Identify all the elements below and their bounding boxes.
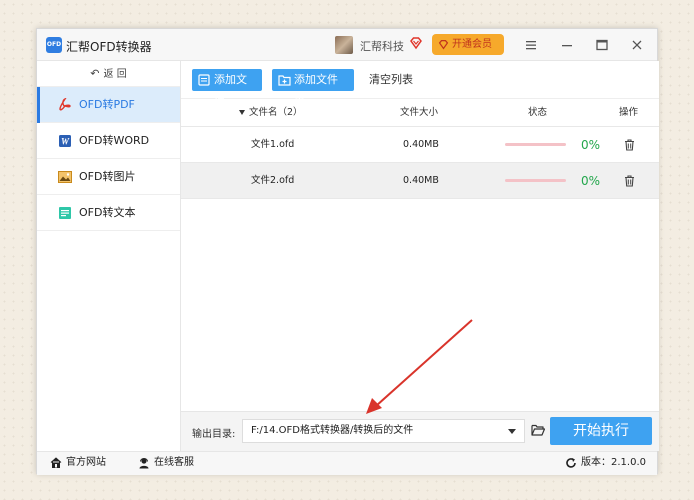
title-bar: OFD 汇帮OFD转换器 汇帮科技 开通会员 [37,29,657,61]
back-button[interactable]: ↶ 返 回 [37,61,180,87]
sidebar: ↶ 返 回 OFD转PDF W OFD转WORD OFD转图片 OFD转文本 [37,61,181,451]
toolbar: 添加文件 添加文件夹 清空列表 [181,61,659,108]
column-header-size: 文件大小 [400,107,439,118]
progress-bar [505,143,566,146]
column-header-name-label: 文件名（2） [249,107,303,118]
file-size: 0.40MB [403,175,439,186]
column-header-action: 操作 [619,107,639,118]
sidebar-item-ofd-to-word[interactable]: W OFD转WORD [37,123,180,159]
sidebar-item-label: OFD转PDF [79,98,135,111]
progress-percent: 0% [581,174,601,188]
add-file-button[interactable]: 添加文件 [192,69,262,108]
trash-icon[interactable] [624,175,635,187]
user-name[interactable]: 汇帮科技 [360,38,404,54]
sidebar-item-label: OFD转文本 [79,206,136,219]
trash-icon[interactable] [624,139,635,151]
close-icon[interactable] [629,37,645,53]
vip-button-label: 开通会员 [452,39,492,50]
start-button[interactable]: 开始执行 [550,417,652,445]
online-service-link[interactable]: 在线客服 [138,452,194,474]
progress-bar [505,179,566,182]
word-icon: W [59,135,71,147]
avatar[interactable] [335,36,353,54]
output-bar: 输出目录: F:/14.OFD格式转换器/转换后的文件 开始执行 [181,411,659,451]
customer-service-icon [139,458,149,469]
file-name: 文件2.ofd [251,175,295,186]
vip-button-diamond-icon [438,39,449,50]
image-icon [58,171,72,183]
chevron-down-icon [508,429,516,434]
output-dir-select[interactable]: F:/14.OFD格式转换器/转换后的文件 [242,419,525,443]
sidebar-item-ofd-to-pdf[interactable]: OFD转PDF [37,87,180,123]
official-website-label: 官方网站 [66,457,106,468]
online-service-label: 在线客服 [154,457,194,468]
sort-desc-icon [239,110,245,115]
table-row[interactable]: 文件2.ofd 0.40MB 0% [181,163,659,199]
folder-open-icon[interactable] [531,424,545,436]
main-panel: 添加文件 添加文件夹 清空列表 文件名（2） 文件大小 状态 操作 文件1.of… [181,61,659,451]
progress-percent: 0% [581,138,601,152]
sidebar-item-ofd-to-text[interactable]: OFD转文本 [37,195,180,231]
minimize-icon[interactable] [559,37,575,53]
back-arrow-icon: ↶ [90,67,100,80]
version-info[interactable]: 版本：2.1.0.0 [565,452,646,474]
file-name: 文件1.ofd [251,139,295,150]
column-header-name[interactable]: 文件名（2） [239,99,303,127]
file-size: 0.40MB [403,139,439,150]
app-window: OFD 汇帮OFD转换器 汇帮科技 开通会员 ↶ 返 回 OFD转PDF W O… [36,28,659,475]
home-icon [50,457,62,468]
vip-diamond-icon [410,37,422,50]
pdf-icon [59,98,71,111]
add-folder-button[interactable]: 添加文件夹 [272,69,354,108]
table-row[interactable]: 文件1.ofd 0.40MB 0% [181,127,659,163]
clear-list-button[interactable]: 清空列表 [369,69,413,91]
version-label: 版本：2.1.0.0 [581,457,646,468]
app-logo: OFD [46,37,62,53]
back-label: 返 回 [103,69,127,80]
menu-icon[interactable] [523,37,539,53]
maximize-icon[interactable] [594,37,610,53]
table-header: 文件名（2） 文件大小 状态 操作 [181,99,659,127]
svg-text:W: W [61,137,70,147]
official-website-link[interactable]: 官方网站 [50,452,106,474]
add-file-icon [198,74,210,86]
status-bar: 官方网站 在线客服 版本：2.1.0.0 [37,451,657,475]
output-dir-label: 输出目录: [192,429,236,440]
output-dir-value: F:/14.OFD格式转换器/转换后的文件 [251,425,414,436]
sidebar-item-ofd-to-image[interactable]: OFD转图片 [37,159,180,195]
sidebar-item-label: OFD转图片 [79,170,136,183]
text-icon [59,207,71,219]
vip-button[interactable]: 开通会员 [432,34,504,55]
refresh-icon [566,458,576,468]
app-title: 汇帮OFD转换器 [66,40,152,54]
column-header-status: 状态 [528,107,548,118]
sidebar-item-label: OFD转WORD [79,134,150,147]
add-folder-icon [278,75,291,86]
